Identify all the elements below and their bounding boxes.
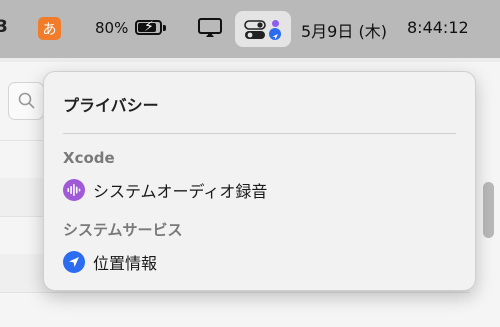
battery-charging-icon[interactable]: ⚡: [135, 19, 162, 35]
privacy-item-label: システムオーディオ録音: [93, 182, 268, 201]
list-divider: [0, 292, 470, 293]
popover-title: プライバシー: [63, 96, 159, 115]
section-title-xcode: Xcode: [63, 149, 115, 167]
battery-percentage[interactable]: 80%: [95, 19, 128, 37]
scrollbar-thumb[interactable]: [483, 182, 494, 238]
section-title-system-services: システムサービス: [63, 221, 183, 239]
popover-divider: [63, 133, 456, 134]
search-icon: [18, 92, 35, 109]
menubar-time[interactable]: 8:44:12: [407, 18, 469, 37]
privacy-popover: プライバシー Xcode システムオーディオ録音 システムサービス 位置情報: [43, 71, 476, 291]
location-indicator-icon: [269, 28, 281, 40]
waveform-icon: [63, 179, 85, 201]
menu-bar: 3 あ 80% ⚡ 5月9日 (木) 8:44:12: [0, 0, 500, 58]
location-arrow-icon: [63, 251, 85, 273]
privacy-item-system-audio-recording[interactable]: システムオーディオ録音: [63, 178, 267, 202]
input-method-label: あ: [42, 21, 57, 38]
control-center-icon[interactable]: [235, 11, 291, 47]
display-icon[interactable]: [198, 18, 222, 38]
menubar-partial-glyph: 3: [0, 17, 8, 37]
menubar-date[interactable]: 5月9日 (木): [301, 18, 387, 42]
battery-cap: [163, 25, 166, 31]
microphone-indicator-dot: [272, 20, 279, 27]
privacy-item-location-services[interactable]: 位置情報: [63, 250, 157, 274]
hiragana-input-icon[interactable]: あ: [38, 17, 61, 40]
charging-bolt-icon: ⚡: [144, 19, 154, 35]
search-field[interactable]: [8, 82, 44, 120]
toggle-switches-icon: [244, 20, 266, 39]
privacy-item-label: 位置情報: [93, 254, 158, 273]
